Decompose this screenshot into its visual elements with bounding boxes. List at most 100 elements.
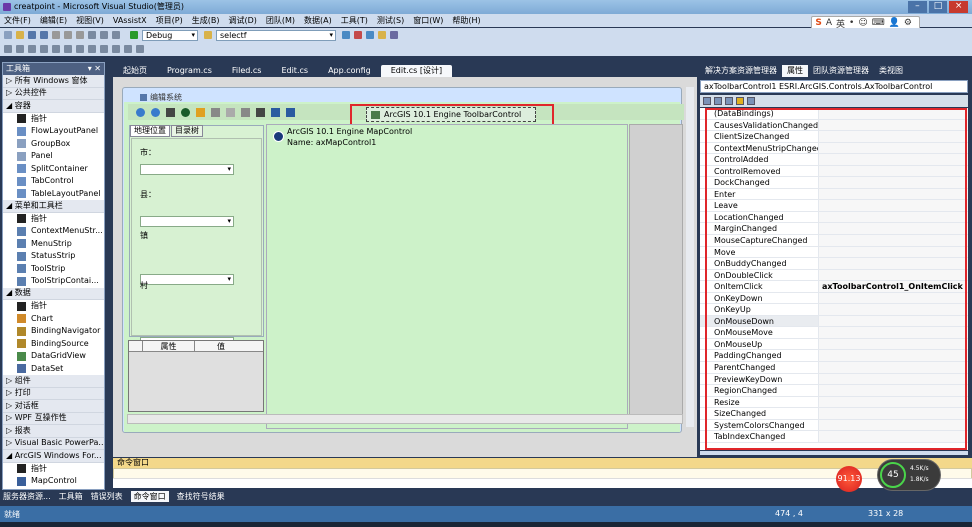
- full-extent-icon[interactable]: [181, 107, 190, 117]
- bottom-tab[interactable]: 查找符号结果: [177, 491, 225, 502]
- menu-item[interactable]: 工具(T): [341, 15, 368, 26]
- menu-item[interactable]: 调试(D): [228, 15, 256, 26]
- toolbox-item[interactable]: DataSet: [3, 363, 104, 376]
- navigate-back-icon[interactable]: [112, 31, 120, 39]
- tab-team-explorer[interactable]: 团队资源管理器: [808, 65, 874, 77]
- menu-item[interactable]: 数据(A): [304, 15, 332, 26]
- align-tops-icon[interactable]: [40, 45, 48, 53]
- toolbox-item[interactable]: BindingNavigator: [3, 325, 104, 338]
- toolbox-category[interactable]: ◢ 数据: [3, 287, 104, 300]
- toolbox-category[interactable]: ▷ Visual Basic PowerPa...: [3, 437, 104, 450]
- toolbox-pin-icon[interactable]: ▾ ✕: [88, 63, 101, 75]
- make-same-size-icon[interactable]: [76, 45, 84, 53]
- pointer-icon[interactable]: [256, 107, 265, 117]
- toolbox-item[interactable]: Chart: [3, 313, 104, 326]
- menu-item[interactable]: 测试(S): [377, 15, 404, 26]
- toolbox-item[interactable]: 指针: [3, 463, 104, 476]
- align-bottoms-icon[interactable]: [64, 45, 72, 53]
- zoom-out-icon[interactable]: [151, 107, 160, 117]
- paste-icon[interactable]: [76, 31, 84, 39]
- tab-order-icon[interactable]: [136, 45, 144, 53]
- redo-icon[interactable]: [100, 31, 108, 39]
- properties-icon[interactable]: [354, 31, 362, 39]
- start-debug-icon[interactable]: [130, 31, 138, 39]
- bottom-tab[interactable]: 错误列表: [91, 491, 123, 502]
- find-icon[interactable]: [204, 31, 212, 39]
- minimize-button[interactable]: –: [908, 1, 927, 13]
- menu-item[interactable]: 帮助(H): [452, 15, 480, 26]
- toolbox-item[interactable]: TabControl: [3, 175, 104, 188]
- measure-icon[interactable]: [211, 107, 220, 117]
- toolbox-item[interactable]: 指针: [3, 113, 104, 126]
- toolbox-item[interactable]: FlowLayoutPanel: [3, 125, 104, 138]
- layer-icon[interactable]: [271, 107, 280, 117]
- document-tab[interactable]: Edit.cs: [271, 65, 318, 77]
- menu-item[interactable]: 文件(F): [4, 15, 31, 26]
- maximize-button[interactable]: □: [928, 1, 948, 13]
- pan-icon[interactable]: [166, 107, 175, 117]
- undo-icon[interactable]: [88, 31, 96, 39]
- ime-keyboard-icon[interactable]: ⌨: [872, 18, 885, 28]
- ime-emoji-icon[interactable]: ☺: [858, 18, 867, 28]
- tab-solution-explorer[interactable]: 解决方案资源管理器: [700, 65, 782, 77]
- toolbox-item[interactable]: GroupBox: [3, 138, 104, 151]
- categorized-icon[interactable]: [703, 97, 711, 105]
- toolbox-item[interactable]: 指针: [3, 300, 104, 313]
- new-project-icon[interactable]: [4, 31, 12, 39]
- attr-name-column[interactable]: 属性: [143, 341, 195, 351]
- document-tab[interactable]: 起始页: [113, 65, 157, 77]
- align-rights-icon[interactable]: [28, 45, 36, 53]
- copy-icon[interactable]: [64, 31, 72, 39]
- tab-location[interactable]: 地理位置: [130, 125, 170, 137]
- county-combo[interactable]: [140, 216, 234, 227]
- tab-class-view[interactable]: 类视图: [874, 65, 908, 77]
- ime-settings-icon[interactable]: ⚙: [904, 18, 912, 28]
- toolbox-category[interactable]: ◢ 菜单和工具栏: [3, 200, 104, 213]
- toolbox-item[interactable]: ToolStrip: [3, 263, 104, 276]
- town-combo[interactable]: [140, 274, 234, 285]
- toolbox-category[interactable]: ◢ ArcGIS Windows For...: [3, 450, 104, 463]
- bottom-tab[interactable]: 工具箱: [59, 491, 83, 502]
- close-button[interactable]: ×: [949, 1, 969, 13]
- menu-item[interactable]: 编辑(E): [40, 15, 67, 26]
- menu-item[interactable]: 窗口(W): [413, 15, 443, 26]
- events-view-icon[interactable]: [736, 97, 744, 105]
- property-pages-icon[interactable]: [747, 97, 755, 105]
- alphabetical-icon[interactable]: [714, 97, 722, 105]
- object-browser-icon[interactable]: [366, 31, 374, 39]
- sogou-icon[interactable]: S: [815, 18, 821, 28]
- select-icon[interactable]: [226, 107, 235, 117]
- document-tab[interactable]: Program.cs: [157, 65, 222, 77]
- send-back-icon[interactable]: [124, 45, 132, 53]
- bring-front-icon[interactable]: [112, 45, 120, 53]
- toolbox-item[interactable]: DataGridView: [3, 350, 104, 363]
- properties-view-icon[interactable]: [725, 97, 733, 105]
- attribute-grid[interactable]: 属性 值: [128, 340, 264, 412]
- zoom-in-icon[interactable]: [136, 107, 145, 117]
- menu-item[interactable]: 生成(B): [192, 15, 220, 26]
- toolbox-item[interactable]: SplitContainer: [3, 163, 104, 176]
- menu-item[interactable]: 视图(V): [76, 15, 104, 26]
- align-centers-icon[interactable]: [16, 45, 24, 53]
- ime-mode-letter[interactable]: A: [826, 18, 832, 28]
- document-tab[interactable]: Filed.cs: [222, 65, 272, 77]
- attributes-icon[interactable]: [286, 107, 295, 117]
- find-combo[interactable]: selectf: [216, 29, 336, 41]
- toolbox-icon[interactable]: [378, 31, 386, 39]
- city-combo[interactable]: [140, 164, 234, 175]
- toolbox-item[interactable]: BindingSource: [3, 338, 104, 351]
- toolbox-item[interactable]: MapControl: [3, 475, 104, 488]
- ime-user-icon[interactable]: 👤: [889, 18, 900, 28]
- toolbox-category[interactable]: ▷ WPF 互操作性: [3, 412, 104, 425]
- solution-explorer-icon[interactable]: [342, 31, 350, 39]
- toolbox-category[interactable]: ▷ 所有 Windows 窗体: [3, 75, 104, 88]
- toolbox-item[interactable]: Panel: [3, 150, 104, 163]
- tab-directory[interactable]: 目录树: [171, 125, 203, 137]
- solution-config-combo[interactable]: Debug: [142, 29, 198, 41]
- save-icon[interactable]: [28, 31, 36, 39]
- tab-properties[interactable]: 属性: [782, 65, 808, 77]
- save-all-icon[interactable]: [40, 31, 48, 39]
- menu-item[interactable]: 团队(M): [266, 15, 295, 26]
- bottom-tab[interactable]: 命令窗口: [130, 491, 169, 502]
- cut-icon[interactable]: [52, 31, 60, 39]
